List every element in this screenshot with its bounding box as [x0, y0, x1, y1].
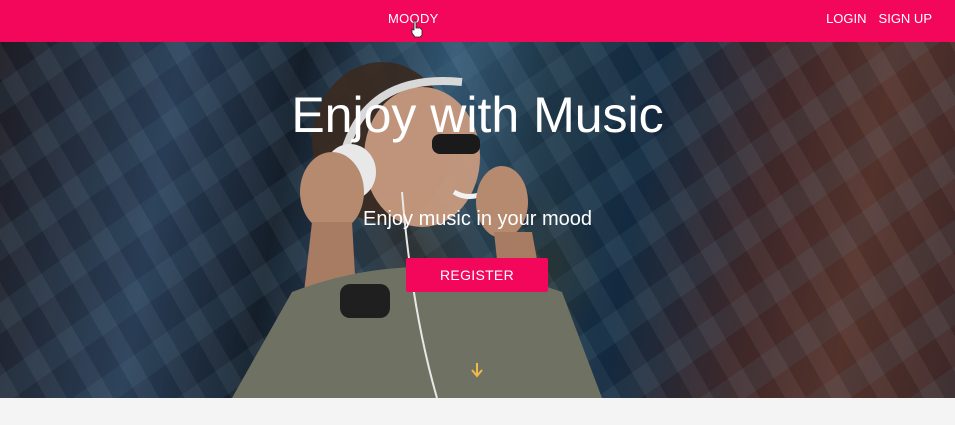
login-link[interactable]: LOGIN [826, 11, 866, 26]
header-nav: LOGIN SIGN UP [826, 11, 932, 26]
hero-title: Enjoy with Music [291, 87, 664, 143]
arrow-down-icon[interactable] [470, 362, 484, 378]
register-button[interactable]: REGISTER [406, 258, 548, 292]
hand-cursor-icon [411, 20, 423, 38]
signup-link[interactable]: SIGN UP [879, 11, 932, 26]
top-navbar: MOODY LOGIN SIGN UP [0, 0, 955, 42]
page-content-area [0, 398, 955, 425]
hero-subtitle: Enjoy music in your mood [363, 208, 592, 230]
hero-section: Enjoy with Music Enjoy music in your moo… [0, 42, 955, 398]
